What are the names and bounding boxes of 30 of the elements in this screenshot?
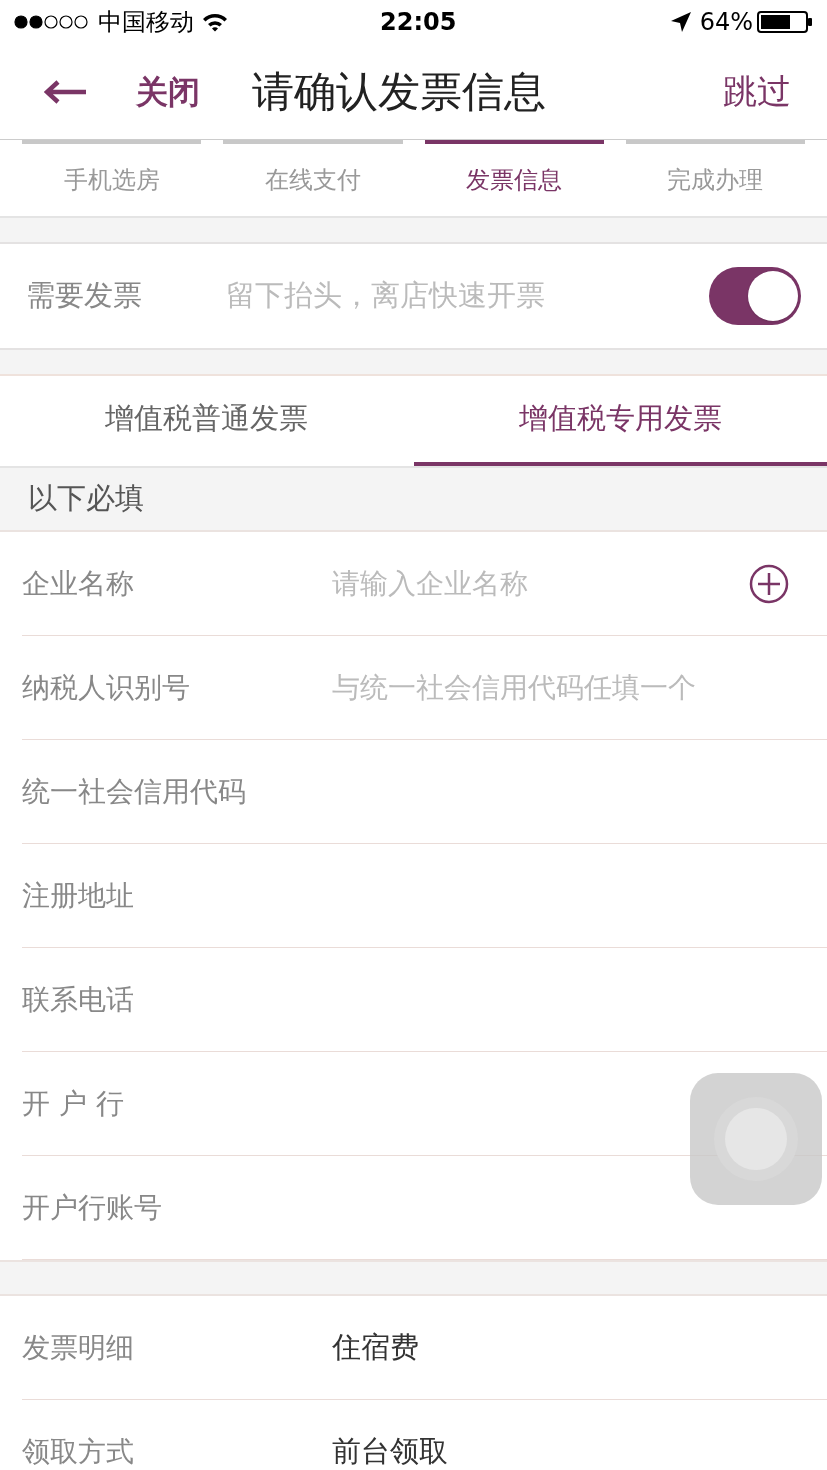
invoice-type-tab[interactable]: 增值税普通发票	[0, 376, 414, 466]
section-header: 以下必填	[28, 480, 144, 518]
close-button[interactable]: 关闭	[136, 67, 200, 116]
clock-time: 22:05	[380, 7, 457, 38]
field-label: 统一社会信用代码	[22, 773, 247, 810]
battery-percent: 64%	[699, 7, 753, 38]
wifi-icon	[202, 12, 228, 32]
field-label: 开 户 行	[22, 1085, 125, 1122]
detail-label: 领取方式	[22, 1433, 135, 1470]
battery-icon	[757, 11, 813, 33]
input-field[interactable]: 请输入企业名称	[332, 562, 741, 605]
field-label: 开户行账号	[22, 1189, 163, 1226]
input-field[interactable]: 与统一社会信用代码任填一个	[332, 666, 789, 709]
signal-icon	[14, 15, 90, 29]
add-icon[interactable]	[749, 563, 789, 604]
field-label: 联系电话	[22, 981, 135, 1018]
field-label: 纳税人识别号	[22, 669, 191, 706]
invoice-switch[interactable]	[709, 267, 801, 325]
detail-value: 住宿费	[332, 1328, 419, 1366]
back-arrow-icon[interactable]	[44, 79, 88, 104]
toggle-hint: 留下抬头，离店快速开票	[226, 277, 545, 315]
location-arrow-icon	[669, 11, 692, 33]
page-title: 请确认发票信息	[252, 66, 546, 118]
detail-value: 前台领取	[332, 1432, 448, 1470]
carrier-name: 中国移动	[98, 7, 194, 38]
field-label: 企业名称	[22, 565, 135, 602]
skip-button[interactable]: 跳过	[723, 66, 791, 117]
toggle-label: 需要发票	[26, 277, 143, 315]
field-label: 注册地址	[22, 877, 135, 914]
detail-label: 发票明细	[22, 1329, 135, 1366]
